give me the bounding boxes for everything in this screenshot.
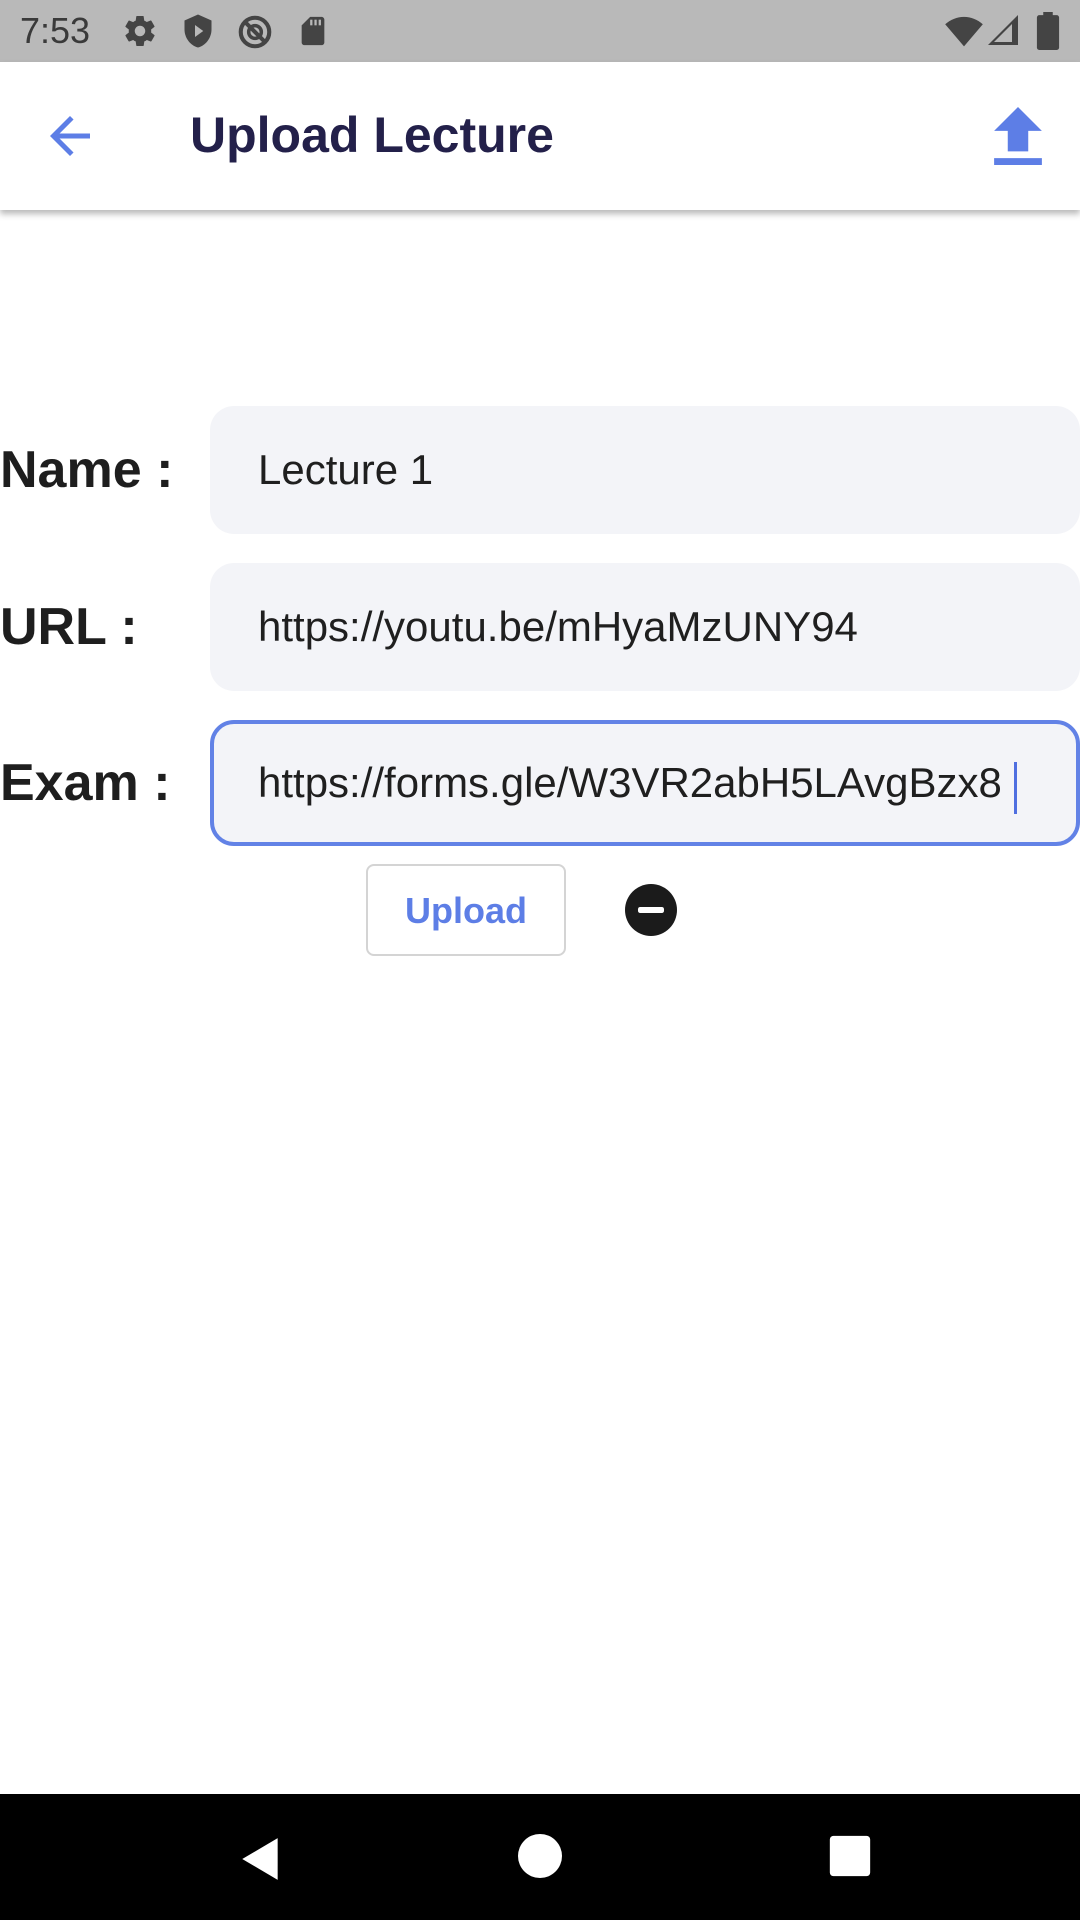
exam-field[interactable] <box>210 720 1080 846</box>
signal-icon <box>988 15 1018 45</box>
url-row: URL : <box>0 563 1080 691</box>
url-field[interactable] <box>210 563 1080 691</box>
sd-card-icon <box>301 16 325 46</box>
no-sync-icon <box>238 15 272 49</box>
exam-input[interactable] <box>258 724 1058 842</box>
home-circle-icon[interactable] <box>518 1834 562 1878</box>
name-field[interactable] <box>210 406 1080 534</box>
exam-label: Exam : <box>0 754 171 812</box>
status-time: 7:53 <box>20 10 91 51</box>
status-bar: 7:53 <box>0 0 1080 62</box>
upload-icon[interactable] <box>990 107 1046 165</box>
url-input[interactable] <box>258 563 1058 691</box>
arrow-left-icon[interactable] <box>40 106 100 166</box>
upload-button[interactable]: Upload <box>366 864 566 956</box>
back-triangle-icon[interactable] <box>236 1834 286 1884</box>
text-caret <box>1014 762 1017 814</box>
navigation-bar <box>0 1794 1080 1920</box>
name-row: Name : <box>0 406 1080 534</box>
gear-icon <box>125 16 155 47</box>
recents-square-icon[interactable] <box>828 1834 872 1878</box>
app-bar: Upload Lecture <box>0 62 1080 210</box>
minus-circle-icon[interactable] <box>625 884 677 936</box>
exam-row: Exam : <box>0 720 1080 846</box>
name-input[interactable] <box>258 406 1058 534</box>
wifi-icon <box>945 16 983 47</box>
shield-icon <box>184 14 212 48</box>
battery-icon <box>1036 12 1060 50</box>
page-title: Upload Lecture <box>190 107 554 163</box>
name-label: Name : <box>0 441 174 499</box>
url-label: URL : <box>0 598 138 656</box>
